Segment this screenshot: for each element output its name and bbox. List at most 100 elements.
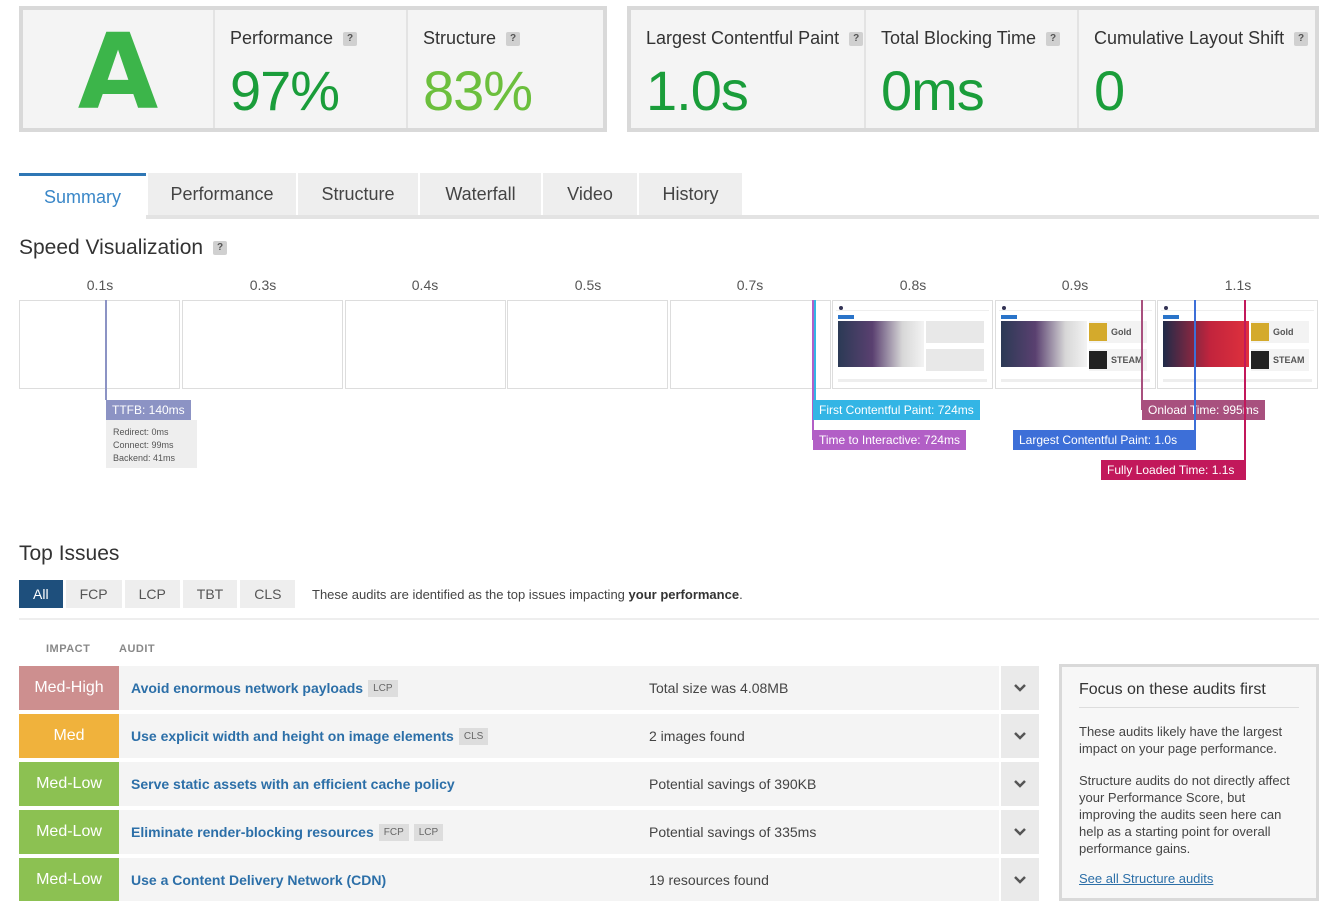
audit-name: Avoid enormous network payloads — [131, 680, 364, 696]
filmstrip-frame[interactable] — [507, 300, 668, 389]
filmstrip-frame[interactable] — [670, 300, 831, 389]
audit-title[interactable]: Serve static assets with an efficient ca… — [131, 762, 455, 806]
help-icon[interactable]: ? — [1294, 31, 1309, 46]
audit-title[interactable]: Eliminate render-blocking resources FCP LC… — [131, 810, 444, 854]
issue-filters: All FCP LCP TBT CLS — [19, 580, 298, 608]
timeline-tick: 0.9s — [1061, 277, 1089, 293]
tab-structure[interactable]: Structure — [296, 173, 418, 215]
timeline-tick: 0.3s — [249, 277, 277, 293]
audit-name: Serve static assets with an efficient ca… — [131, 776, 455, 792]
tab-history[interactable]: History — [637, 173, 742, 215]
help-icon[interactable]: ? — [1046, 31, 1061, 46]
ttfb-marker: TTFB: 140ms — [106, 400, 191, 420]
grade-panel: A Performance? 97% Structure? 83% — [19, 6, 607, 132]
filmstrip-frame[interactable]: Gold STEAM — [995, 300, 1156, 389]
tab-waterfall[interactable]: Waterfall — [418, 173, 541, 215]
audit-title[interactable]: Use explicit width and height on image e… — [131, 714, 489, 758]
expand-button[interactable] — [999, 666, 1039, 710]
cls-metric: Cumulative Layout Shift? 0 — [1079, 10, 1315, 128]
timeline-tick: 0.7s — [736, 277, 764, 293]
tab-summary[interactable]: Summary — [19, 173, 146, 219]
tbt-metric: Total Blocking Time? 0ms — [866, 10, 1079, 128]
structure-label: Structure — [423, 28, 497, 48]
filter-all[interactable]: All — [19, 580, 63, 608]
filmstrip-frame[interactable] — [182, 300, 343, 389]
ttfb-redirect: Redirect: 0ms — [113, 427, 169, 437]
focus-title: Focus on these audits first — [1079, 681, 1299, 708]
filmstrip-frame[interactable] — [345, 300, 506, 389]
filter-tbt[interactable]: TBT — [182, 580, 238, 608]
metric-tag: LCP — [413, 823, 444, 841]
fcp-marker: First Contentful Paint: 724ms — [813, 400, 980, 420]
lcp-metric: Largest Contentful Paint? 1.0s — [631, 10, 866, 128]
filter-cls[interactable]: CLS — [240, 580, 296, 608]
page-thumbnail: Gold STEAM — [1161, 304, 1314, 385]
timeline-tick: 0.1s — [86, 277, 114, 293]
issue-row[interactable]: Med-High Avoid enormous network payloads… — [19, 666, 1039, 710]
tab-video[interactable]: Video — [541, 173, 637, 215]
ttfb-marker-line — [105, 300, 107, 400]
metric-tag: CLS — [458, 727, 489, 745]
audit-column-header: AUDIT — [119, 643, 156, 655]
filmstrip-frame[interactable] — [832, 300, 993, 389]
filmstrip-frame[interactable]: Gold STEAM — [1157, 300, 1318, 389]
audit-detail: 2 images found — [649, 728, 745, 744]
chevron-down-icon — [1014, 684, 1026, 692]
fully-loaded-marker-line — [1244, 300, 1246, 460]
ttfb-backend: Backend: 41ms — [113, 453, 176, 463]
fcp-marker-line — [814, 300, 816, 410]
issue-row[interactable]: Med-Low Use a Content Delivery Network (… — [19, 858, 1039, 901]
filter-fcp[interactable]: FCP — [65, 580, 122, 608]
page-thumbnail — [836, 304, 989, 385]
structure-score: Structure? 83% — [408, 10, 603, 128]
audit-detail: Potential savings of 335ms — [649, 824, 817, 840]
lcp-marker: Largest Contentful Paint: 1.0s — [1013, 430, 1196, 450]
filter-note-end: . — [739, 587, 743, 602]
report-tabs: Summary Performance Structure Waterfall … — [19, 173, 1319, 219]
grade-cell: A — [23, 10, 215, 128]
grade-letter: A — [77, 11, 159, 133]
performance-value: 97% — [230, 59, 340, 122]
performance-label: Performance — [230, 28, 334, 48]
filmstrip-frame[interactable] — [19, 300, 180, 389]
thumbnail-steam-text: STEAM — [1111, 355, 1143, 365]
expand-button[interactable] — [999, 858, 1039, 901]
filter-note-text: These audits are identified as the top i… — [312, 587, 625, 602]
help-icon[interactable]: ? — [849, 31, 864, 46]
cls-value: 0 — [1094, 59, 1125, 122]
audit-name: Use explicit width and height on image e… — [131, 728, 454, 744]
expand-button[interactable] — [999, 714, 1039, 758]
impact-badge: Med — [19, 714, 119, 758]
issue-row[interactable]: Med-Low Serve static assets with an effi… — [19, 762, 1039, 806]
issue-row[interactable]: Med Use explicit width and height on ima… — [19, 714, 1039, 758]
help-icon[interactable]: ? — [213, 241, 228, 255]
issue-row[interactable]: Med-Low Eliminate render-blocking resour… — [19, 810, 1039, 854]
expand-button[interactable] — [999, 762, 1039, 806]
thumbnail-steam-text: STEAM — [1273, 355, 1305, 365]
fully-loaded-marker: Fully Loaded Time: 1.1s — [1101, 460, 1246, 480]
focus-text: Structure audits do not directly affect … — [1079, 773, 1290, 856]
see-structure-audits-link[interactable]: See all Structure audits — [1079, 871, 1213, 886]
web-vitals-panel: Largest Contentful Paint? 1.0s Total Blo… — [627, 6, 1319, 132]
filter-note: These audits are identified as the top i… — [312, 587, 743, 602]
impact-badge: Med-Low — [19, 858, 119, 901]
tbt-value: 0ms — [881, 59, 985, 122]
ttfb-breakdown: Redirect: 0ms Connect: 99ms Backend: 41m… — [106, 420, 197, 468]
expand-button[interactable] — [999, 810, 1039, 854]
help-icon[interactable]: ? — [343, 31, 358, 46]
metric-tag: FCP — [378, 823, 409, 841]
impact-column-header: IMPACT — [46, 643, 91, 655]
onload-marker: Onload Time: 995ms — [1142, 400, 1265, 420]
thumbnail-gold-text: Gold — [1273, 327, 1294, 337]
tab-performance[interactable]: Performance — [146, 173, 296, 215]
help-icon[interactable]: ? — [506, 31, 521, 46]
speed-visualization-heading: Speed Visualization — [19, 236, 204, 259]
filter-lcp[interactable]: LCP — [124, 580, 180, 608]
audit-title[interactable]: Avoid enormous network payloads LCP — [131, 666, 398, 710]
focus-panel: Focus on these audits first These audits… — [1059, 664, 1319, 901]
tbt-label: Total Blocking Time — [881, 28, 1037, 48]
timeline-tick: 0.4s — [411, 277, 439, 293]
audit-detail: Total size was 4.08MB — [649, 680, 789, 696]
audit-title[interactable]: Use a Content Delivery Network (CDN) — [131, 858, 386, 901]
chevron-down-icon — [1014, 828, 1026, 836]
